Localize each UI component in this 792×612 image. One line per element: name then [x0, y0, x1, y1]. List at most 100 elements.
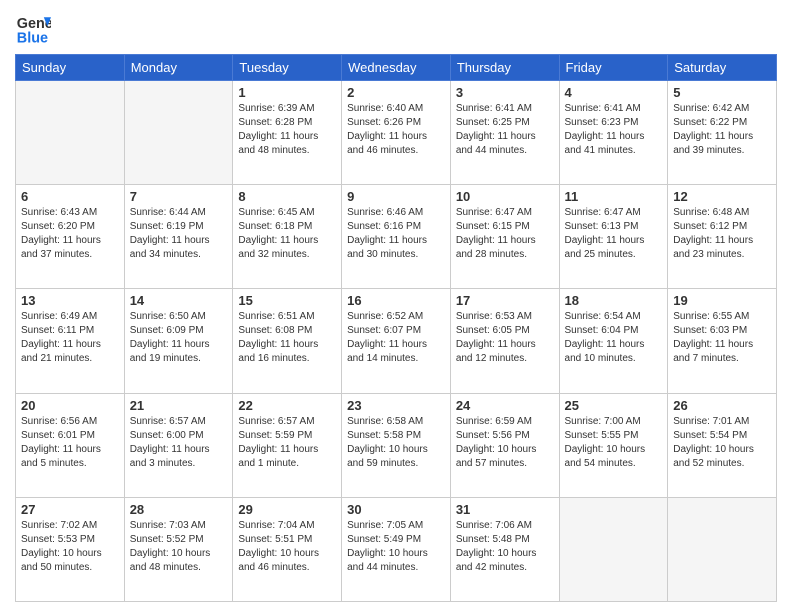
day-number: 25 — [565, 398, 663, 413]
day-detail: Sunrise: 6:47 AMSunset: 6:13 PMDaylight:… — [565, 206, 663, 262]
day-detail: Sunrise: 6:41 AMSunset: 6:23 PMDaylight:… — [565, 102, 663, 158]
day-detail: Sunrise: 7:00 AMSunset: 5:55 PMDaylight:… — [565, 415, 663, 471]
day-number: 27 — [21, 502, 119, 517]
day-number: 7 — [130, 189, 228, 204]
day-detail: Sunrise: 6:45 AMSunset: 6:18 PMDaylight:… — [238, 206, 336, 262]
day-number: 21 — [130, 398, 228, 413]
calendar-cell: 25 Sunrise: 7:00 AMSunset: 5:55 PMDayligh… — [559, 393, 668, 497]
calendar-cell: 10 Sunrise: 6:47 AMSunset: 6:15 PMDayligh… — [450, 185, 559, 289]
day-number: 2 — [347, 85, 445, 100]
day-detail: Sunrise: 6:57 AMSunset: 6:00 PMDaylight:… — [130, 415, 228, 471]
day-number: 17 — [456, 293, 554, 308]
calendar-cell: 30 Sunrise: 7:05 AMSunset: 5:49 PMDayligh… — [342, 497, 451, 601]
calendar-cell: 27 Sunrise: 7:02 AMSunset: 5:53 PMDayligh… — [16, 497, 125, 601]
calendar-cell: 5Sunrise: 6:42 AMSunset: 6:22 PMDaylight… — [668, 81, 777, 185]
day-detail: Sunrise: 7:05 AMSunset: 5:49 PMDaylight:… — [347, 519, 445, 575]
calendar-cell: 19 Sunrise: 6:55 AMSunset: 6:03 PMDayligh… — [668, 289, 777, 393]
day-detail: Sunrise: 6:46 AMSunset: 6:16 PMDaylight:… — [347, 206, 445, 262]
calendar-week-4: 27 Sunrise: 7:02 AMSunset: 5:53 PMDayligh… — [16, 497, 777, 601]
day-header-wednesday: Wednesday — [342, 55, 451, 81]
calendar-cell: 4 Sunrise: 6:41 AMSunset: 6:23 PMDaylight… — [559, 81, 668, 185]
day-header-sunday: Sunday — [16, 55, 125, 81]
day-number: 15 — [238, 293, 336, 308]
calendar-cell: 2 Sunrise: 6:40 AMSunset: 6:26 PMDaylight… — [342, 81, 451, 185]
day-detail: Sunrise: 6:48 AMSunset: 6:12 PMDaylight:… — [673, 206, 771, 262]
day-number: 8 — [238, 189, 336, 204]
calendar-cell — [559, 497, 668, 601]
calendar-cell: 31 Sunrise: 7:06 AMSunset: 5:48 PMDayligh… — [450, 497, 559, 601]
calendar-cell: 16 Sunrise: 6:52 AMSunset: 6:07 PMDayligh… — [342, 289, 451, 393]
day-number: 13 — [21, 293, 119, 308]
calendar-cell — [16, 81, 125, 185]
day-detail: Sunrise: 6:50 AMSunset: 6:09 PMDaylight:… — [130, 310, 228, 366]
day-detail: Sunrise: 6:47 AMSunset: 6:15 PMDaylight:… — [456, 206, 554, 262]
day-detail: Sunrise: 6:52 AMSunset: 6:07 PMDaylight:… — [347, 310, 445, 366]
calendar-header-row: SundayMondayTuesdayWednesdayThursdayFrid… — [16, 55, 777, 81]
day-detail: Sunrise: 6:54 AMSunset: 6:04 PMDaylight:… — [565, 310, 663, 366]
day-detail: Sunrise: 6:57 AMSunset: 5:59 PMDaylight:… — [238, 415, 336, 471]
calendar-cell: 7 Sunrise: 6:44 AMSunset: 6:19 PMDaylight… — [124, 185, 233, 289]
day-number: 26 — [673, 398, 771, 413]
day-number: 19 — [673, 293, 771, 308]
day-number: 3 — [456, 85, 554, 100]
calendar-table: SundayMondayTuesdayWednesdayThursdayFrid… — [15, 54, 777, 602]
calendar-cell: 17Sunrise: 6:53 AMSunset: 6:05 PMDayligh… — [450, 289, 559, 393]
calendar-cell: 1Sunrise: 6:39 AMSunset: 6:28 PMDaylight… — [233, 81, 342, 185]
day-detail: Sunrise: 6:39 AMSunset: 6:28 PMDaylight:… — [238, 102, 336, 158]
day-number: 6 — [21, 189, 119, 204]
day-number: 18 — [565, 293, 663, 308]
day-header-monday: Monday — [124, 55, 233, 81]
calendar-cell: 24 Sunrise: 6:59 AMSunset: 5:56 PMDayligh… — [450, 393, 559, 497]
day-detail: Sunrise: 6:55 AMSunset: 6:03 PMDaylight:… — [673, 310, 771, 366]
day-detail: Sunrise: 6:40 AMSunset: 6:26 PMDaylight:… — [347, 102, 445, 158]
page-container: General Blue SundayMondayTuesdayWednesda… — [0, 0, 792, 612]
day-number: 20 — [21, 398, 119, 413]
calendar-cell: 29 Sunrise: 7:04 AMSunset: 5:51 PMDayligh… — [233, 497, 342, 601]
day-number: 10 — [456, 189, 554, 204]
day-number: 22 — [238, 398, 336, 413]
day-detail: Sunrise: 7:03 AMSunset: 5:52 PMDaylight:… — [130, 519, 228, 575]
day-header-tuesday: Tuesday — [233, 55, 342, 81]
calendar-cell: 3 Sunrise: 6:41 AMSunset: 6:25 PMDaylight… — [450, 81, 559, 185]
day-detail: Sunrise: 7:02 AMSunset: 5:53 PMDaylight:… — [21, 519, 119, 575]
day-detail: Sunrise: 6:59 AMSunset: 5:56 PMDaylight:… — [456, 415, 554, 471]
calendar-cell: 18 Sunrise: 6:54 AMSunset: 6:04 PMDayligh… — [559, 289, 668, 393]
day-number: 4 — [565, 85, 663, 100]
day-header-friday: Friday — [559, 55, 668, 81]
day-number: 16 — [347, 293, 445, 308]
calendar-week-1: 6 Sunrise: 6:43 AMSunset: 6:20 PMDaylight… — [16, 185, 777, 289]
day-detail: Sunrise: 6:49 AMSunset: 6:11 PMDaylight:… — [21, 310, 119, 366]
page-header: General Blue — [15, 10, 777, 46]
day-number: 12 — [673, 189, 771, 204]
day-number: 28 — [130, 502, 228, 517]
svg-text:Blue: Blue — [17, 30, 48, 46]
calendar-cell: 14Sunrise: 6:50 AMSunset: 6:09 PMDayligh… — [124, 289, 233, 393]
calendar-cell: 12 Sunrise: 6:48 AMSunset: 6:12 PMDayligh… — [668, 185, 777, 289]
day-detail: Sunrise: 7:04 AMSunset: 5:51 PMDaylight:… — [238, 519, 336, 575]
day-number: 31 — [456, 502, 554, 517]
calendar-week-2: 13 Sunrise: 6:49 AMSunset: 6:11 PMDayligh… — [16, 289, 777, 393]
day-number: 30 — [347, 502, 445, 517]
calendar-cell: 6 Sunrise: 6:43 AMSunset: 6:20 PMDaylight… — [16, 185, 125, 289]
calendar-cell: 8 Sunrise: 6:45 AMSunset: 6:18 PMDaylight… — [233, 185, 342, 289]
day-detail: Sunrise: 6:51 AMSunset: 6:08 PMDaylight:… — [238, 310, 336, 366]
logo: General Blue — [15, 10, 51, 46]
day-number: 23 — [347, 398, 445, 413]
day-detail: Sunrise: 7:06 AMSunset: 5:48 PMDaylight:… — [456, 519, 554, 575]
calendar-cell: 22 Sunrise: 6:57 AMSunset: 5:59 PMDayligh… — [233, 393, 342, 497]
day-detail: Sunrise: 6:44 AMSunset: 6:19 PMDaylight:… — [130, 206, 228, 262]
day-detail: Sunrise: 6:43 AMSunset: 6:20 PMDaylight:… — [21, 206, 119, 262]
day-detail: Sunrise: 6:56 AMSunset: 6:01 PMDaylight:… — [21, 415, 119, 471]
day-number: 11 — [565, 189, 663, 204]
day-detail: Sunrise: 6:41 AMSunset: 6:25 PMDaylight:… — [456, 102, 554, 158]
day-number: 24 — [456, 398, 554, 413]
calendar-cell: 20 Sunrise: 6:56 AMSunset: 6:01 PMDayligh… — [16, 393, 125, 497]
day-number: 29 — [238, 502, 336, 517]
calendar-week-3: 20 Sunrise: 6:56 AMSunset: 6:01 PMDayligh… — [16, 393, 777, 497]
day-header-saturday: Saturday — [668, 55, 777, 81]
calendar-cell: 26Sunrise: 7:01 AMSunset: 5:54 PMDayligh… — [668, 393, 777, 497]
logo-icon: General Blue — [15, 10, 51, 46]
calendar-cell: 23Sunrise: 6:58 AMSunset: 5:58 PMDayligh… — [342, 393, 451, 497]
calendar-cell: 11 Sunrise: 6:47 AMSunset: 6:13 PMDayligh… — [559, 185, 668, 289]
day-detail: Sunrise: 6:42 AMSunset: 6:22 PMDaylight:… — [673, 102, 771, 158]
